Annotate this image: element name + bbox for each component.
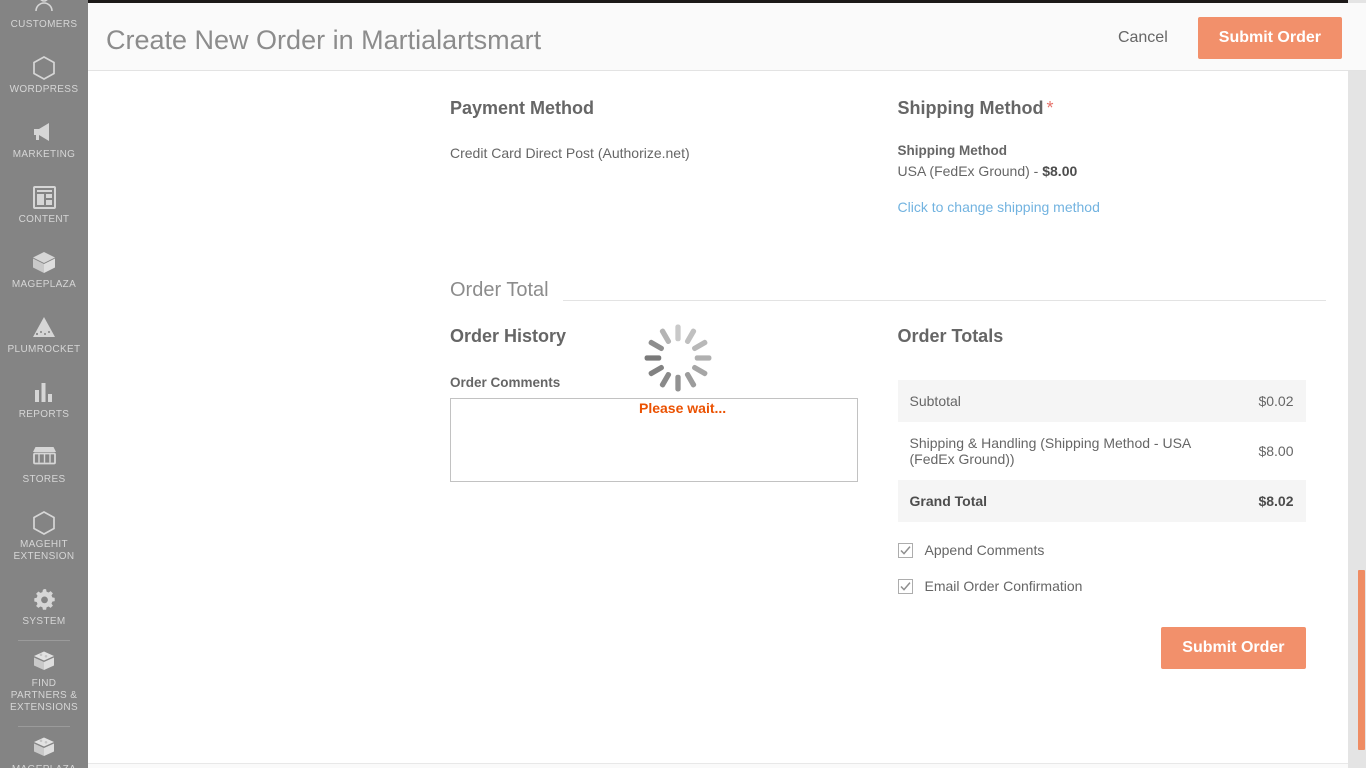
page-title: Create New Order in Martialartsmart xyxy=(106,25,542,55)
total-label: Grand Total xyxy=(897,480,1247,522)
megaphone-icon xyxy=(2,120,86,146)
layout-icon xyxy=(2,185,86,211)
payment-method-title: Payment Method xyxy=(450,98,595,118)
sidebar-item-system[interactable]: SYSTEM xyxy=(0,585,88,634)
payment-shipping-columns: Payment Method Credit Card Direct Post (… xyxy=(110,98,1326,217)
sidebar-item-label: FIND PARTNERS & EXTENSIONS xyxy=(10,678,78,713)
shipping-method-title: Shipping Method * xyxy=(898,98,1326,119)
loading-overlay: Please wait... xyxy=(639,320,727,416)
sidebar-item-label: WORDPRESS xyxy=(9,84,79,95)
hexagon-icon xyxy=(2,55,86,81)
sidebar-item-mageplaza-marketplace[interactable]: MAGEPLAZA MARKETPLACE xyxy=(0,733,88,768)
shipping-method-sub-label: Shipping Method xyxy=(897,143,1007,158)
table-row: Shipping & Handling (Shipping Method - U… xyxy=(898,422,1306,480)
cancel-button[interactable]: Cancel xyxy=(1110,23,1176,53)
payment-method-value: Credit Card Direct Post (Authorize.net) xyxy=(450,145,690,161)
append-comments-label: Append Comments xyxy=(924,542,1045,558)
sidebar-item-reports[interactable]: REPORTS xyxy=(0,378,88,427)
email-order-confirmation-row[interactable]: Email Order Confirmation xyxy=(897,578,1326,594)
order-totals-title: Order Totals xyxy=(897,326,1004,346)
sidebar-item-label: SYSTEM xyxy=(22,616,66,627)
email-order-confirmation-checkbox[interactable] xyxy=(897,578,913,594)
sidebar-divider xyxy=(18,640,70,641)
sidebar-item-label: CONTENT xyxy=(18,214,70,225)
shipping-method-name: USA (FedEx Ground) - xyxy=(897,163,1043,179)
sidebar-item-find-partners-extensions[interactable]: FIND PARTNERS & EXTENSIONS xyxy=(0,647,88,720)
submit-order-button-header[interactable]: Submit Order xyxy=(1197,17,1342,59)
bar-chart-icon xyxy=(2,380,86,406)
required-marker: * xyxy=(1046,98,1054,118)
sidebar-divider xyxy=(18,726,70,727)
admin-page: CUSTOMERS WORDPRESS MARKETING CONTENT MA xyxy=(0,0,1366,768)
storefront-icon xyxy=(2,445,86,471)
append-comments-checkbox[interactable] xyxy=(897,542,913,558)
table-row: Grand Total $8.02 xyxy=(897,480,1306,522)
sidebar-item-label: REPORTS xyxy=(18,409,70,420)
total-amount: $8.02 xyxy=(1246,480,1306,522)
total-amount: $0.02 xyxy=(1246,380,1306,422)
sidebar-item-mageplaza[interactable]: MAGEPLAZA xyxy=(0,248,88,297)
sidebar-item-label: MAGEPLAZA xyxy=(11,279,77,290)
sidebar-item-label: CUSTOMERS xyxy=(10,19,78,30)
sidebar-item-label: MAGEHIT EXTENSION xyxy=(13,539,75,562)
page-header: Create New Order in Martialartsmart Canc… xyxy=(88,3,1366,71)
order-total-section-header: Order Total xyxy=(110,279,1326,306)
section-title: Order Total xyxy=(450,279,549,301)
order-totals-block: Order Totals Subtotal $0.02 Shipping & H… xyxy=(897,326,1326,669)
hexagon-icon xyxy=(2,510,86,536)
total-label: Shipping & Handling (Shipping Method - U… xyxy=(909,435,1191,467)
order-total-columns: Order History Order Comments Order Total… xyxy=(110,326,1326,669)
sidebar-item-stores[interactable]: STORES xyxy=(0,443,88,492)
sidebar-item-label: STORES xyxy=(22,474,66,485)
sidebar-item-label: MAGEPLAZA MARKETPLACE xyxy=(2,764,86,768)
sidebar-item-content[interactable]: CONTENT xyxy=(0,183,88,232)
shipping-method-block: Shipping Method * Shipping Method USA (Fe… xyxy=(898,98,1326,217)
order-total-actions: Submit Order xyxy=(898,627,1306,669)
change-shipping-method-link[interactable]: Click to change shipping method xyxy=(898,199,1100,215)
payment-method-block: Payment Method Credit Card Direct Post (… xyxy=(450,98,898,217)
shipping-method-title-text: Shipping Method xyxy=(897,98,1044,118)
triangle-icon xyxy=(2,315,86,341)
total-label: Subtotal xyxy=(897,380,1247,422)
email-order-confirmation-label: Email Order Confirmation xyxy=(924,578,1083,594)
total-amount: $8.00 xyxy=(1258,443,1294,459)
sidebar-item-label: PLUMROCKET xyxy=(7,344,81,355)
section-rule xyxy=(562,300,1326,301)
scrollbar-thumb[interactable] xyxy=(1358,570,1365,750)
append-comments-row[interactable]: Append Comments xyxy=(897,542,1326,558)
sidebar-item-label: MARKETING xyxy=(12,149,76,160)
payment-shipping-section-header: Payment & Shipping Information xyxy=(110,71,1326,76)
blocks-icon xyxy=(2,649,86,675)
gear-icon xyxy=(2,587,86,613)
order-total-section: Order Total Order History Order Comments… xyxy=(110,279,1326,669)
section-title: Payment & Shipping Information xyxy=(450,71,737,76)
submit-order-button-footer[interactable]: Submit Order xyxy=(1161,627,1306,669)
shipping-method-value: USA (FedEx Ground) - $8.00 xyxy=(898,163,1326,179)
please-wait-text: Please wait... xyxy=(639,400,727,416)
admin-sidebar: CUSTOMERS WORDPRESS MARKETING CONTENT MA xyxy=(0,0,88,768)
shipping-method-price: $8.00 xyxy=(1042,163,1078,179)
customers-icon xyxy=(2,0,86,16)
blocks-icon xyxy=(2,735,86,761)
sidebar-item-wordpress[interactable]: WORDPRESS xyxy=(0,53,88,102)
box-icon xyxy=(2,250,86,276)
header-actions: Cancel Submit Order xyxy=(1110,17,1342,59)
order-totals-table: Subtotal $0.02 Shipping & Handling (Ship… xyxy=(897,380,1306,522)
page-footer xyxy=(88,763,1348,768)
sidebar-item-marketing[interactable]: MARKETING xyxy=(0,118,88,167)
sidebar-item-plumrocket[interactable]: PLUMROCKET xyxy=(0,313,88,362)
sidebar-item-magehit-extension[interactable]: MAGEHIT EXTENSION xyxy=(0,508,88,569)
sidebar-item-customers[interactable]: CUSTOMERS xyxy=(0,0,88,37)
spinner-icon xyxy=(644,324,712,392)
table-row: Subtotal $0.02 xyxy=(897,380,1306,422)
order-form-content: Payment & Shipping Information Payment M… xyxy=(88,71,1348,763)
page-scrollbar[interactable] xyxy=(1348,0,1366,768)
